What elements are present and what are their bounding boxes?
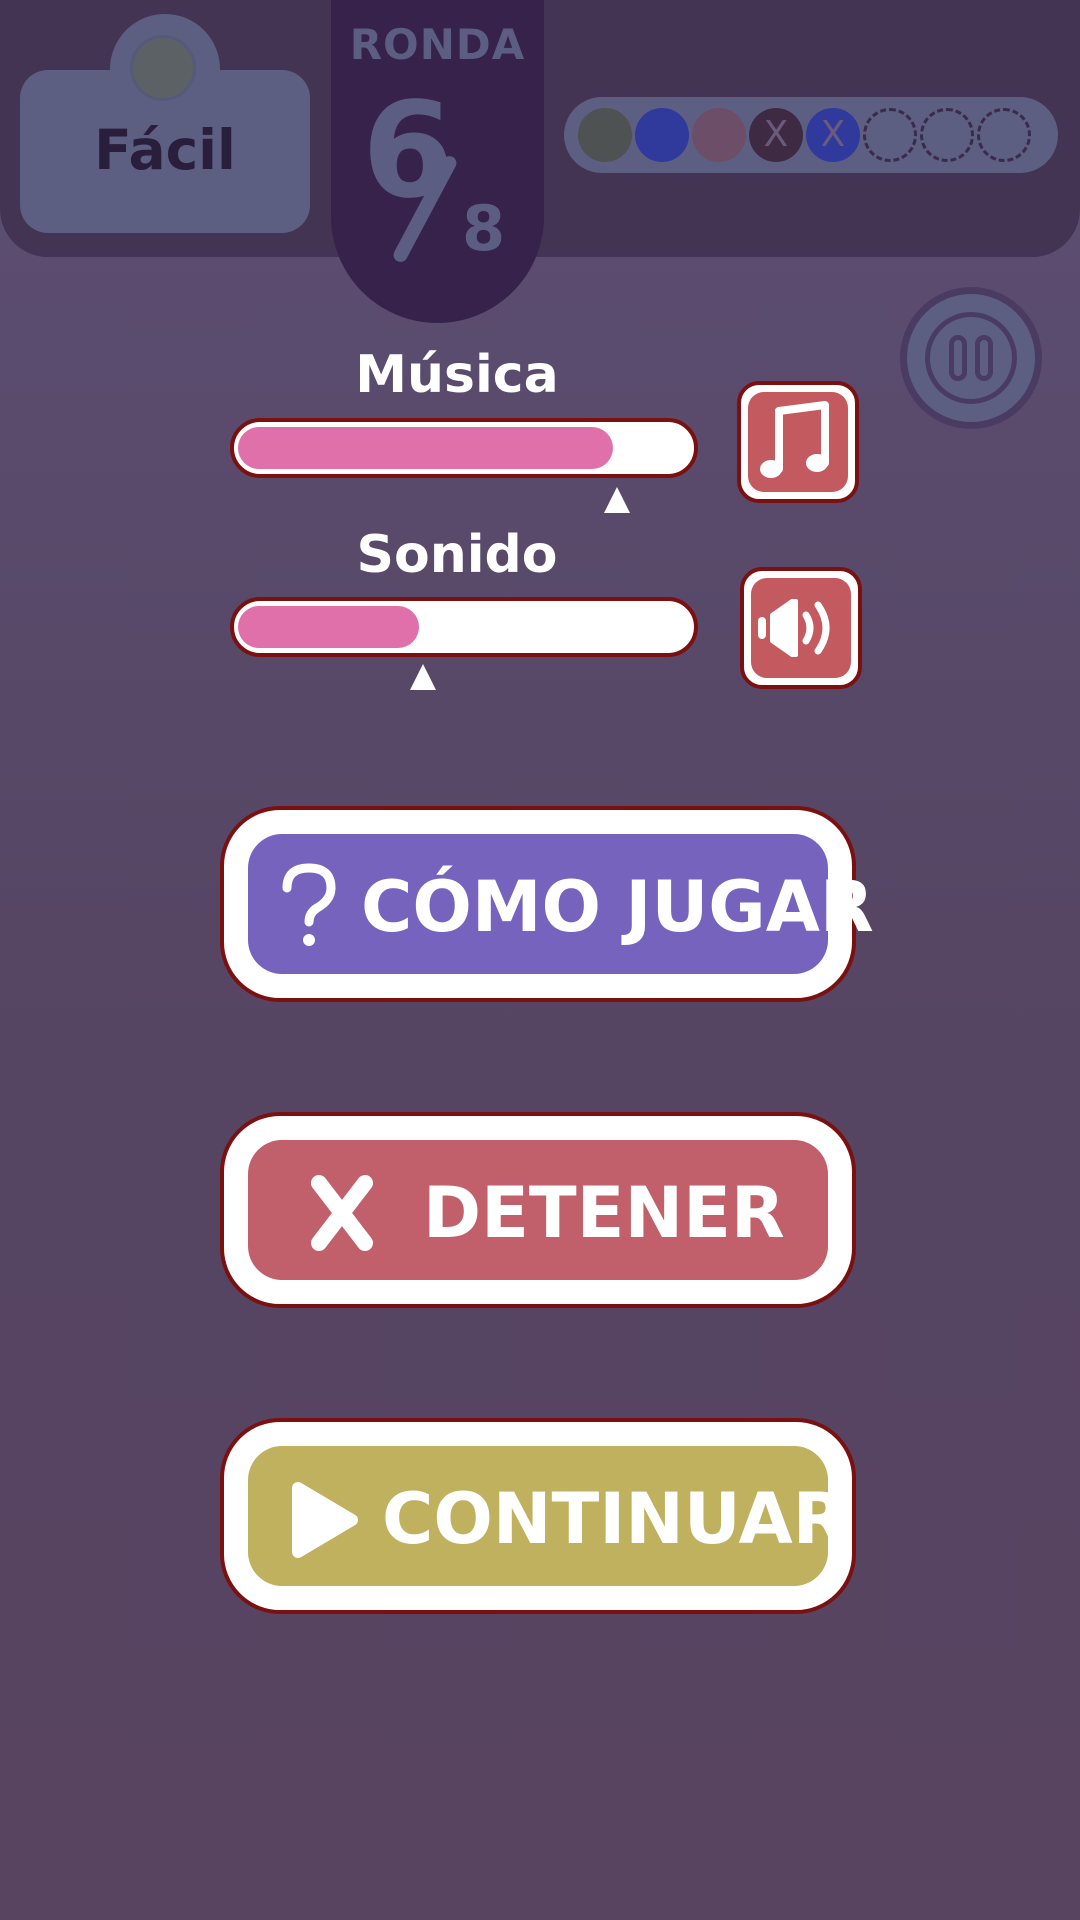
round-progress-dot xyxy=(578,108,632,162)
pause-bar-right xyxy=(975,335,993,381)
sound-toggle-button[interactable] xyxy=(740,567,862,689)
round-progress-dot xyxy=(635,108,689,162)
music-slider[interactable] xyxy=(230,418,698,478)
stop-button[interactable]: DETENER xyxy=(220,1112,856,1308)
how-to-play-label: CÓMO JUGAR xyxy=(361,866,874,948)
round-progress-dot xyxy=(692,108,746,162)
round-progress-dot xyxy=(863,108,917,162)
how-to-play-button[interactable]: CÓMO JUGAR xyxy=(220,806,874,1002)
round-progress-dot xyxy=(977,108,1031,162)
round-progress-dot: X xyxy=(749,108,803,162)
music-slider-handle[interactable] xyxy=(604,487,630,513)
pause-bar-left xyxy=(949,335,967,381)
pause-button[interactable] xyxy=(900,287,1042,429)
sound-slider-handle[interactable] xyxy=(410,664,436,690)
music-slider-fill xyxy=(238,427,613,469)
close-icon xyxy=(311,1175,373,1251)
difficulty-indicator-dot xyxy=(130,35,196,101)
sound-label: Sonido xyxy=(356,525,558,585)
stop-label: DETENER xyxy=(423,1172,785,1254)
play-icon xyxy=(292,1482,358,1558)
sound-slider[interactable] xyxy=(230,597,698,657)
music-toggle-button[interactable] xyxy=(737,381,859,503)
speaker-icon xyxy=(758,599,830,657)
pause-icon xyxy=(925,312,1017,404)
round-progress-dot: X xyxy=(806,108,860,162)
round-total: 8 xyxy=(462,192,506,265)
difficulty-label: Fácil xyxy=(94,118,236,182)
sound-slider-fill xyxy=(238,606,419,648)
music-label: Música xyxy=(355,345,559,405)
round-label: RONDA xyxy=(349,20,526,69)
round-progress-dot xyxy=(920,108,974,162)
continue-label: CONTINUAR xyxy=(382,1478,847,1560)
music-note-icon xyxy=(760,401,829,478)
round-current: 6 xyxy=(362,74,454,228)
continue-button[interactable]: CONTINUAR xyxy=(220,1418,856,1614)
question-icon xyxy=(282,863,336,946)
